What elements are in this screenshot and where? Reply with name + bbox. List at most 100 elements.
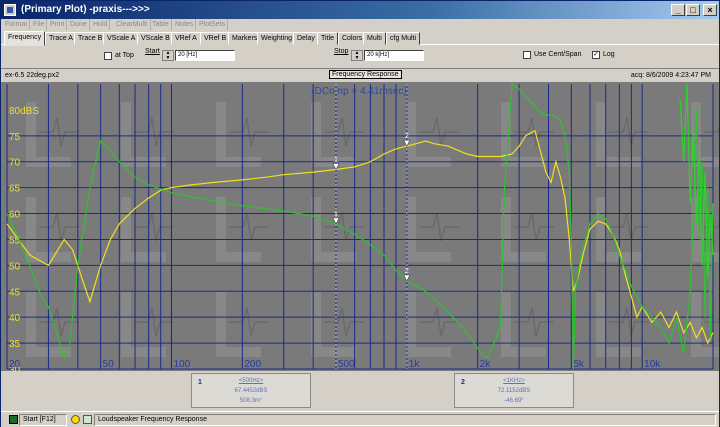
acquisition-timestamp: acq: 8/6/2009 4:23:47 PM <box>630 72 711 79</box>
main-window: (Primary Plot) -praxis--->>> _ □ × Forma… <box>0 0 720 427</box>
tab-weighting[interactable]: Weighting <box>257 32 297 45</box>
watermark-logo <box>704 315 719 323</box>
tab-trace-a[interactable]: Trace A <box>45 32 77 45</box>
marker-2-level: 72.1152dBS <box>497 388 531 394</box>
plot-svg[interactable]: 3035404550556065707580dBS20 50 100 200 500 1k… <box>1 82 719 371</box>
at-top-label: at Top <box>115 52 134 59</box>
marker-1-phase: 508.3m° <box>239 398 263 404</box>
x-tick-label: 5k <box>573 359 585 370</box>
tab-delay[interactable]: Delay <box>293 32 319 45</box>
watermark-logo <box>609 117 649 147</box>
delay-compensation-annotation: (DComp = 4.41msec) <box>311 86 406 97</box>
watermark-logo <box>609 307 649 337</box>
y-unit-label: 80dBS <box>9 106 39 117</box>
watermark-logo <box>229 117 269 147</box>
x-tick-label: 200 <box>244 359 261 370</box>
use-cent-span-checkbox[interactable] <box>523 51 531 59</box>
file-name: ex-6.5 22deg.px2 <box>5 72 60 79</box>
clock-icon <box>71 415 80 424</box>
y-tick-label: 35 <box>9 339 21 350</box>
watermark-logo <box>514 212 554 242</box>
menu-bar: Format File Print Done Hold ClearMulti T… <box>1 19 719 30</box>
watermark-logo <box>229 307 269 337</box>
watermark-logo <box>609 212 649 242</box>
frequency-controls: at Top Start ▲ ▼ 20 [Hz] Stop ▲ ▼ 20 k[Hz]… <box>1 46 719 67</box>
status-description: Loudspeaker Frequency Response <box>94 414 716 426</box>
tab-colors[interactable]: Colors <box>338 32 367 45</box>
menu-clearmulti[interactable]: ClearMulti <box>114 19 151 30</box>
menu-file[interactable]: File <box>31 19 48 30</box>
menu-plotsets[interactable]: PlotSets <box>197 19 229 30</box>
minimize-button[interactable]: _ <box>671 4 685 16</box>
tab-cfg-multi[interactable]: cfg Multi <box>386 32 421 45</box>
tab-title[interactable]: Title <box>317 32 338 45</box>
stop-spinner[interactable]: ▲ ▼ <box>351 50 363 61</box>
watermark-logo <box>324 307 364 337</box>
y-tick-label: 40 <box>9 313 21 324</box>
y-tick-label: 75 <box>9 132 21 143</box>
menu-done[interactable]: Done <box>68 19 90 30</box>
tab-vref-b[interactable]: VRef B <box>200 32 231 45</box>
watermark-logo <box>419 117 459 147</box>
start-spinner[interactable]: ▲ ▼ <box>162 50 174 61</box>
marker-2-frequency: <1KHz> <box>503 378 525 384</box>
y-tick-label: 45 <box>9 287 21 298</box>
marker-readouts: 1 <500Hz> 67.4452dBS 508.3m° 2 <1KHz> 72… <box>1 371 719 409</box>
maximize-button[interactable]: □ <box>686 4 700 16</box>
x-tick-label: 50 <box>103 359 115 370</box>
watermark-logo <box>39 117 79 147</box>
watermark-logo <box>324 117 364 147</box>
watermark-logo <box>134 307 174 337</box>
x-tick-label: 500 <box>338 359 355 370</box>
watermark-logo <box>229 212 269 242</box>
tab-trace-b[interactable]: Trace B <box>74 32 107 45</box>
y-tick-label: 60 <box>9 210 21 221</box>
x-tick-label: 2k <box>480 359 492 370</box>
document-icon <box>83 415 92 424</box>
status-bar: Start [F12] Loudspeaker Frequency Respon… <box>1 411 719 427</box>
x-tick-label: 100 <box>173 359 190 370</box>
marker-1-frequency: <500Hz> <box>238 378 264 384</box>
menu-table[interactable]: Table <box>150 19 172 30</box>
use-cent-span-label: Use Cent/Span <box>534 51 582 58</box>
watermark-logo <box>419 307 459 337</box>
y-tick-label: 50 <box>9 261 21 272</box>
y-tick-label: 70 <box>9 158 21 169</box>
x-tick-label: 1k <box>409 359 421 370</box>
marker-1-label: 1 <box>334 211 338 218</box>
watermark-logo <box>514 307 554 337</box>
start-button[interactable]: Start [F12] <box>19 414 67 426</box>
start-frequency-input[interactable]: 20 [Hz] <box>175 50 235 61</box>
watermark-logo <box>39 212 79 242</box>
start-icon[interactable] <box>9 415 18 424</box>
log-label: Log <box>603 51 615 58</box>
close-button[interactable]: × <box>703 4 717 16</box>
marker-2-handle <box>403 274 411 282</box>
tab-vscale-b[interactable]: VScale B <box>137 32 174 45</box>
x-tick-label: 20 <box>9 359 21 370</box>
tab-vscale-a[interactable]: VScale A <box>103 32 140 45</box>
menu-notes[interactable]: Notes <box>173 19 197 30</box>
tab-strip: Frequency Trace A Trace B VScale A VScal… <box>1 31 719 46</box>
stop-label: Stop <box>334 48 349 55</box>
watermark-logo <box>134 212 174 242</box>
marker-1-readout: 1 <500Hz> 67.4452dBS 508.3m° <box>191 373 311 408</box>
title-bar[interactable]: (Primary Plot) -praxis--->>> _ □ × <box>1 1 719 19</box>
menu-print[interactable]: Print <box>48 19 68 30</box>
stop-frequency-input[interactable]: 20 k[Hz] <box>364 50 424 61</box>
menu-format[interactable]: Format <box>3 19 31 30</box>
tab-vref-a[interactable]: VRef A <box>171 32 201 45</box>
app-icon[interactable] <box>4 4 16 16</box>
x-tick-label: 10k <box>644 359 661 370</box>
marker-2-label: 2 <box>405 133 409 140</box>
tab-multi[interactable]: Multi <box>363 32 386 45</box>
watermark-logo <box>514 117 554 147</box>
watermark-logo <box>419 212 459 242</box>
at-top-checkbox[interactable] <box>104 52 112 60</box>
menu-hold[interactable]: Hold <box>91 19 111 30</box>
frequency-response-plot[interactable]: 30 35 40 45 50 55 60 65 70 75 80dBS 20 50 100 200 500 1k… <box>1 82 719 371</box>
log-checkbox[interactable]: ✓ <box>592 51 600 59</box>
tab-frequency[interactable]: Frequency <box>4 31 46 46</box>
window-title: (Primary Plot) -praxis--->>> <box>21 4 150 15</box>
marker-2-phase: -46.69° <box>504 398 524 404</box>
